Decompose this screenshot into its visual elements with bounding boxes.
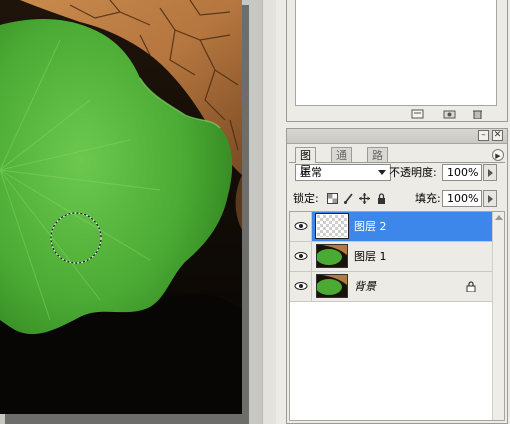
history-list[interactable] (295, 0, 497, 106)
tab-layers[interactable]: 图层 (295, 147, 316, 177)
canvas[interactable] (0, 0, 242, 414)
layer-name: 图层 1 (354, 250, 387, 263)
minimize-icon[interactable]: – (478, 130, 489, 141)
layer-row-layer-2[interactable]: 图层 2 (290, 212, 492, 242)
layer-thumbnail-leaf (316, 274, 348, 298)
history-footer (287, 106, 507, 121)
move-icon[interactable] (359, 193, 370, 204)
tab-divider (289, 162, 505, 163)
new-document-icon[interactable] (411, 109, 424, 119)
fill-arrow-button[interactable] (483, 190, 497, 207)
layer-list-scrollbar[interactable] (492, 212, 504, 420)
layer-row-layer-1[interactable]: 图层 1 (290, 242, 492, 272)
lock-label: 锁定: (293, 192, 319, 205)
brush-icon[interactable] (343, 193, 354, 204)
fill-input[interactable]: 100% (442, 190, 482, 207)
layer-name: 图层 2 (354, 220, 387, 233)
canvas-image (0, 0, 242, 414)
eye-icon[interactable] (290, 212, 312, 241)
history-palette (286, 0, 508, 122)
trash-icon[interactable] (471, 109, 484, 120)
opacity-arrow-button[interactable] (483, 164, 497, 181)
tab-paths[interactable]: 路径 (367, 147, 388, 177)
tab-channels[interactable]: 通道 (331, 147, 352, 177)
workspace-gap (276, 0, 286, 424)
layer-name: 背景 (354, 280, 376, 293)
snapshot-icon[interactable] (443, 109, 456, 119)
eye-icon[interactable] (290, 242, 312, 271)
layers-palette: – ✕ 图层 通道 路径 ▶ 正常 不透明度: 100% 锁定: 填充: 100… (286, 128, 508, 424)
transparency-lock-icon[interactable] (327, 193, 338, 204)
close-icon[interactable]: ✕ (492, 130, 503, 141)
opacity-label: 不透明度: (389, 166, 437, 179)
fill-label: 填充: (415, 192, 441, 205)
scroll-up-icon[interactable] (495, 215, 503, 220)
document-area (0, 0, 276, 424)
opacity-input[interactable]: 100% (442, 164, 482, 181)
layer-thumbnail-leaf (316, 244, 348, 268)
lock-icon[interactable] (376, 193, 387, 204)
canvas-scrollbar[interactable] (262, 0, 276, 424)
eye-icon[interactable] (290, 272, 312, 301)
panel-menu-icon[interactable]: ▶ (492, 149, 504, 161)
layer-list: 图层 2 图层 1 背景 (289, 211, 505, 421)
chevron-down-icon (378, 170, 386, 175)
lock-icon (466, 281, 476, 293)
layer-thumbnail-transparent (315, 213, 349, 239)
layer-row-background[interactable]: 背景 (290, 272, 492, 302)
palette-titlebar[interactable]: – ✕ (287, 129, 507, 144)
